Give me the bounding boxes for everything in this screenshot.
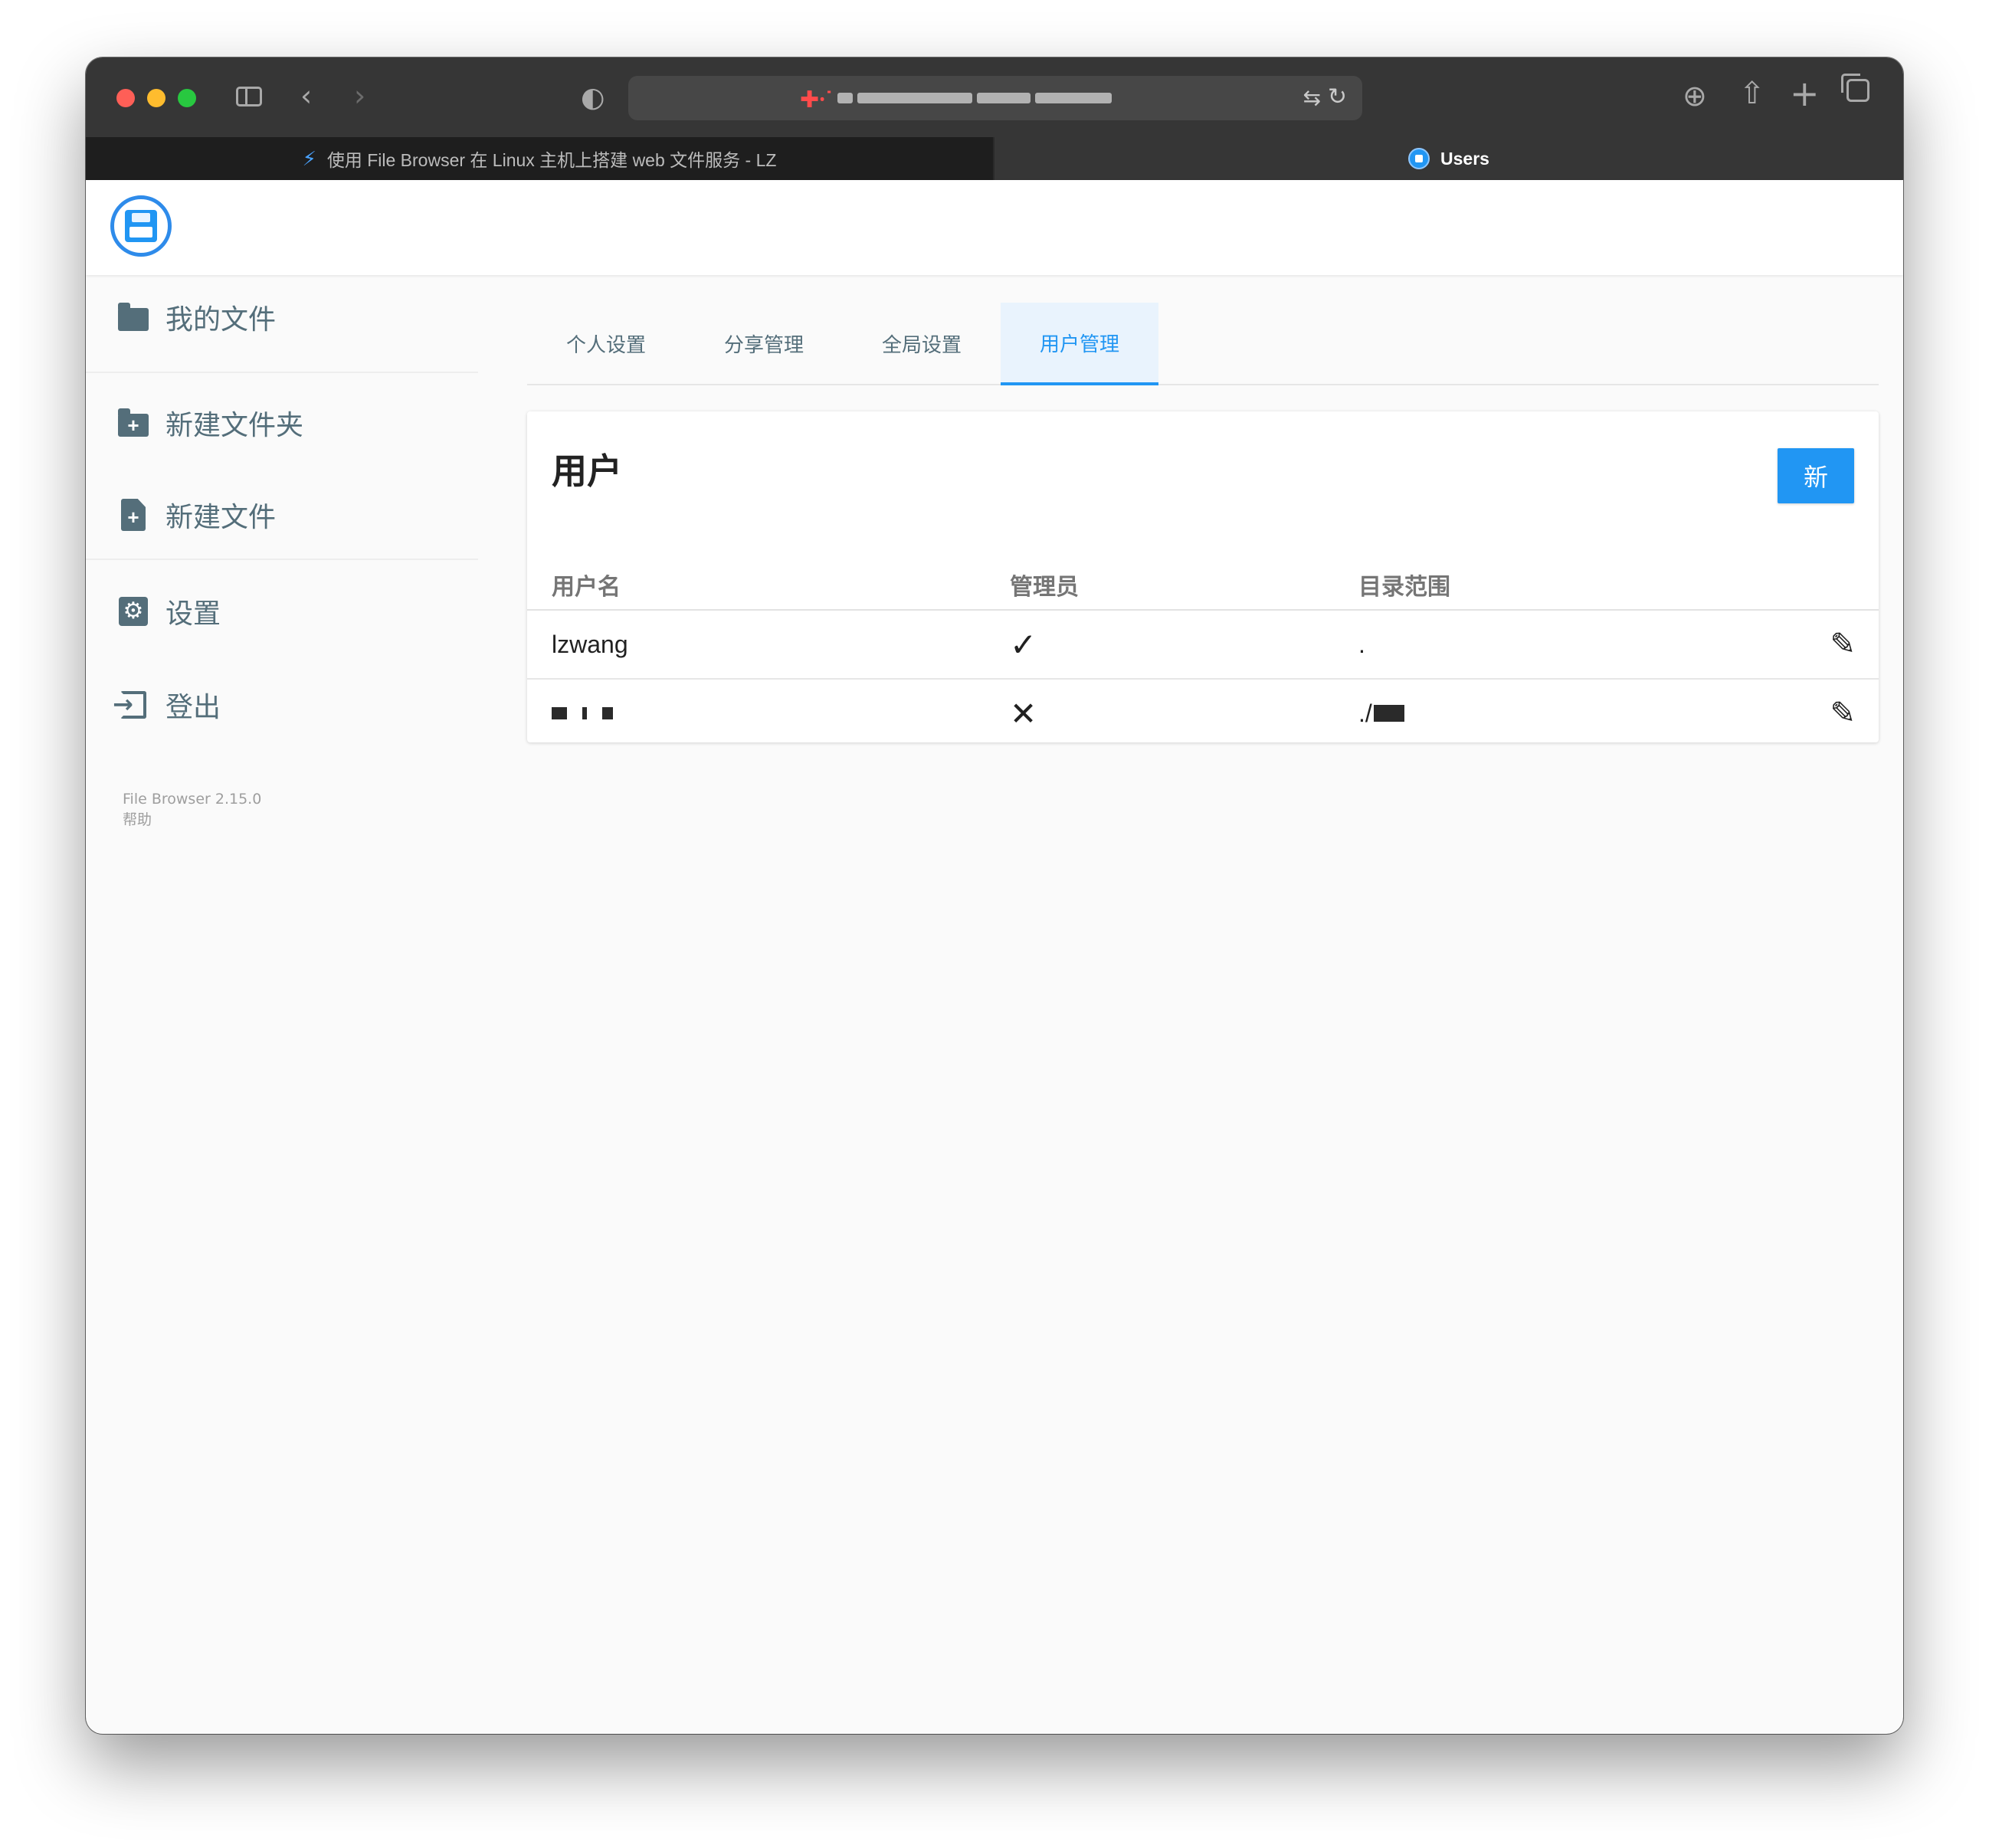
translate-icon[interactable]: ⇆ [1303,85,1321,110]
download-icon[interactable]: ⊕ [1683,79,1707,113]
username-cell-redacted [552,680,628,747]
redacted-block [552,707,567,719]
tab-share-management[interactable]: 分享管理 [685,303,843,384]
share-icon[interactable]: ⇧ [1739,76,1765,111]
column-header-admin: 管理员 [1010,574,1079,601]
sidebar-item-my-files[interactable]: 我的文件 [86,275,478,359]
column-header-username: 用户名 [552,574,621,601]
tab-global-settings[interactable]: 全局设置 [843,303,1001,384]
users-card: 用户 新 用户名 管理员 目录范围 lzwang ✓ . ✎ ✕ ./ ✎ [527,411,1879,742]
browser-tab-label: 使用 File Browser 在 Linux 主机上搭建 web 文件服务 -… [326,150,777,170]
browser-window: ‹ › ◐ ✚⸱˙ ⇆ ↻ ⊕ ⇧ + ⚡ 使用 File Browser 在 … [86,57,1903,1734]
app-header [86,180,1903,275]
new-tab-icon[interactable]: + [1790,73,1820,114]
logout-icon [113,688,150,722]
column-header-scope: 目录范围 [1358,574,1450,601]
minimize-window-button[interactable] [147,89,165,107]
redacted-url-segment [1035,93,1112,103]
tab-user-management[interactable]: 用户管理 [1001,303,1158,385]
browser-toolbar: ‹ › ◐ ✚⸱˙ ⇆ ↻ ⊕ ⇧ + [86,57,1903,137]
edit-user-icon[interactable]: ✎ [1830,611,1856,678]
card-title: 用户 [552,451,622,492]
sidebar-item-label: 新建文件 [165,502,277,533]
url-text-redacted: ✚⸱˙ [800,87,1214,113]
settings-tabs: 个人设置 分享管理 全局设置 用户管理 [527,303,1879,385]
url-prefix: ✚⸱˙ [800,87,834,113]
create-file-icon: + [116,498,150,532]
folder-icon [116,300,150,334]
filebrowser-logo-icon[interactable] [110,195,172,257]
floppy-disk-icon [125,210,157,242]
sidebar-item-logout[interactable]: 登出 [86,663,478,747]
filebrowser-favicon-icon [1408,148,1430,169]
redacted-url-segment [977,93,1031,103]
table-header: 用户名 管理员 目录范围 [527,555,1879,611]
sidebar-item-label: 我的文件 [165,304,277,336]
new-user-button[interactable]: 新 [1778,448,1854,503]
browser-tab-strip: ⚡ 使用 File Browser 在 Linux 主机上搭建 web 文件服务… [86,137,1903,180]
privacy-shield-icon[interactable]: ◐ [581,82,605,113]
table-row: lzwang ✓ . ✎ [527,611,1879,680]
sidebar-item-settings[interactable]: 设置 [86,569,478,654]
sidebar-toggle-icon[interactable] [236,87,262,106]
sidebar-divider [86,372,478,373]
redacted-block [582,707,587,719]
tab-overview-icon[interactable] [1841,74,1869,102]
back-icon[interactable]: ‹ [300,79,312,113]
settings-icon [116,595,150,628]
help-link[interactable]: 帮助 [123,810,261,831]
users-table: 用户名 管理员 目录范围 lzwang ✓ . ✎ ✕ ./ ✎ [527,555,1879,747]
scope-cell: ./ [1358,680,1420,747]
sidebar-item-new-file[interactable]: + 新建文件 [86,473,478,557]
zoom-window-button[interactable] [178,89,196,107]
edit-user-icon[interactable]: ✎ [1830,680,1856,747]
reload-icon[interactable]: ↻ [1328,84,1347,110]
version-text: File Browser 2.15.0 [123,791,262,808]
browser-tab-label: Users [1440,148,1489,169]
sidebar-item-label: 设置 [165,598,221,630]
close-window-button[interactable] [116,89,135,107]
sidebar-divider [86,559,478,560]
admin-cross-icon: ✕ [1010,694,1037,732]
scope-prefix: ./ [1358,699,1372,727]
tab-profile-settings[interactable]: 个人设置 [527,303,685,384]
credits: File Browser 2.15.0 帮助 [123,789,261,831]
bolt-icon: ⚡ [302,146,316,170]
address-bar[interactable]: ✚⸱˙ ⇆ ↻ [628,76,1362,120]
redacted-block [602,707,613,719]
sidebar-item-label: 登出 [165,692,221,723]
create-folder-icon: + [116,406,150,440]
browser-tab-users[interactable]: Users [995,137,1903,180]
sidebar-item-label: 新建文件夹 [165,410,304,441]
redacted-block [1373,705,1404,722]
table-row: ✕ ./ ✎ [527,680,1879,747]
forward-icon[interactable]: › [354,79,365,113]
browser-tab-article[interactable]: ⚡ 使用 File Browser 在 Linux 主机上搭建 web 文件服务… [86,137,993,180]
redacted-url-segment [857,93,973,103]
admin-check-icon: ✓ [1010,625,1037,664]
scope-cell: . [1358,630,1365,658]
redacted-url-segment [837,93,854,103]
sidebar-item-new-folder[interactable]: + 新建文件夹 [86,381,478,465]
username-cell: lzwang [552,630,628,658]
